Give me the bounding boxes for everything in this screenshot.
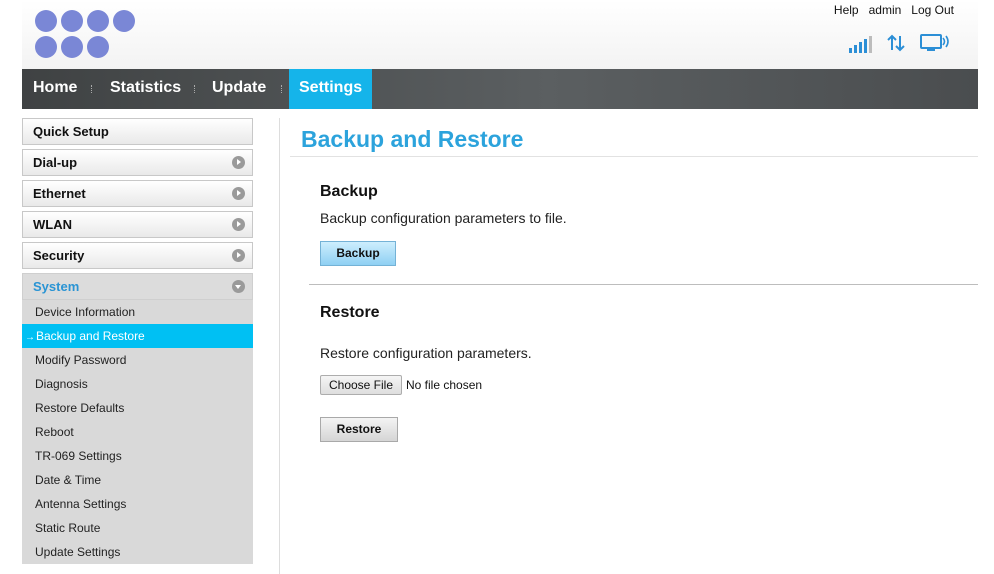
submenu-reboot[interactable]: Reboot <box>22 420 253 444</box>
status-icons <box>849 33 950 53</box>
brand-logo <box>35 10 135 58</box>
nav-update[interactable]: Update <box>212 69 266 109</box>
title-divider <box>290 156 978 157</box>
nav-home[interactable]: Home <box>33 69 77 109</box>
content-divider <box>279 118 280 574</box>
top-links: Help admin Log Out <box>834 3 954 17</box>
header: Help admin Log Out <box>22 0 978 69</box>
sidebar: Quick Setup Dial-up Ethernet WLAN Securi… <box>22 118 253 564</box>
restore-heading: Restore <box>320 304 380 321</box>
menu-quick-setup[interactable]: Quick Setup <box>22 118 253 145</box>
nav-separator <box>281 85 283 93</box>
restore-button[interactable]: Restore <box>320 417 398 442</box>
submenu-device-information[interactable]: Device Information <box>22 300 253 324</box>
menu-security[interactable]: Security <box>22 242 253 269</box>
submenu-diagnosis[interactable]: Diagnosis <box>22 372 253 396</box>
chevron-right-icon <box>232 187 245 200</box>
chevron-right-icon <box>232 249 245 262</box>
section-divider <box>309 284 978 285</box>
help-link[interactable]: Help <box>834 3 859 17</box>
monitor-wifi-icon <box>920 34 949 51</box>
backup-description: Backup configuration parameters to file. <box>320 210 567 226</box>
submenu-update-settings[interactable]: Update Settings <box>22 540 253 564</box>
submenu-modify-password[interactable]: Modify Password <box>22 348 253 372</box>
page-title: Backup and Restore <box>301 126 524 152</box>
submenu-static-route[interactable]: Static Route <box>22 516 253 540</box>
main-nav: Home Statistics Update Settings <box>22 69 978 109</box>
submenu-date-time[interactable]: Date & Time <box>22 468 253 492</box>
backup-button[interactable]: Backup <box>320 241 396 266</box>
menu-system[interactable]: System <box>22 273 253 300</box>
submenu-antenna-settings[interactable]: Antenna Settings <box>22 492 253 516</box>
logout-link[interactable]: Log Out <box>911 3 954 17</box>
arrow-pointer-icon: → <box>25 332 35 343</box>
file-status-text: No file chosen <box>406 378 483 392</box>
submenu-backup-and-restore[interactable]: →Backup and Restore <box>22 324 253 348</box>
nav-settings[interactable]: Settings <box>289 69 372 109</box>
choose-file-button[interactable]: Choose File <box>320 375 402 395</box>
user-link[interactable]: admin <box>869 3 902 17</box>
nav-statistics[interactable]: Statistics <box>110 69 181 109</box>
submenu-tr069-settings[interactable]: TR-069 Settings <box>22 444 253 468</box>
backup-heading: Backup <box>320 183 378 200</box>
menu-ethernet[interactable]: Ethernet <box>22 180 253 207</box>
restore-description: Restore configuration parameters. <box>320 345 532 361</box>
menu-dial-up[interactable]: Dial-up <box>22 149 253 176</box>
submenu-restore-defaults[interactable]: Restore Defaults <box>22 396 253 420</box>
system-submenu: Device Information →Backup and Restore M… <box>22 300 253 564</box>
nav-separator <box>91 85 93 93</box>
nav-separator <box>194 85 196 93</box>
chevron-down-icon <box>232 280 245 293</box>
signal-strength-icon <box>849 35 872 53</box>
menu-wlan[interactable]: WLAN <box>22 211 253 238</box>
chevron-right-icon <box>232 156 245 169</box>
data-transfer-icon <box>887 34 905 52</box>
chevron-right-icon <box>232 218 245 231</box>
